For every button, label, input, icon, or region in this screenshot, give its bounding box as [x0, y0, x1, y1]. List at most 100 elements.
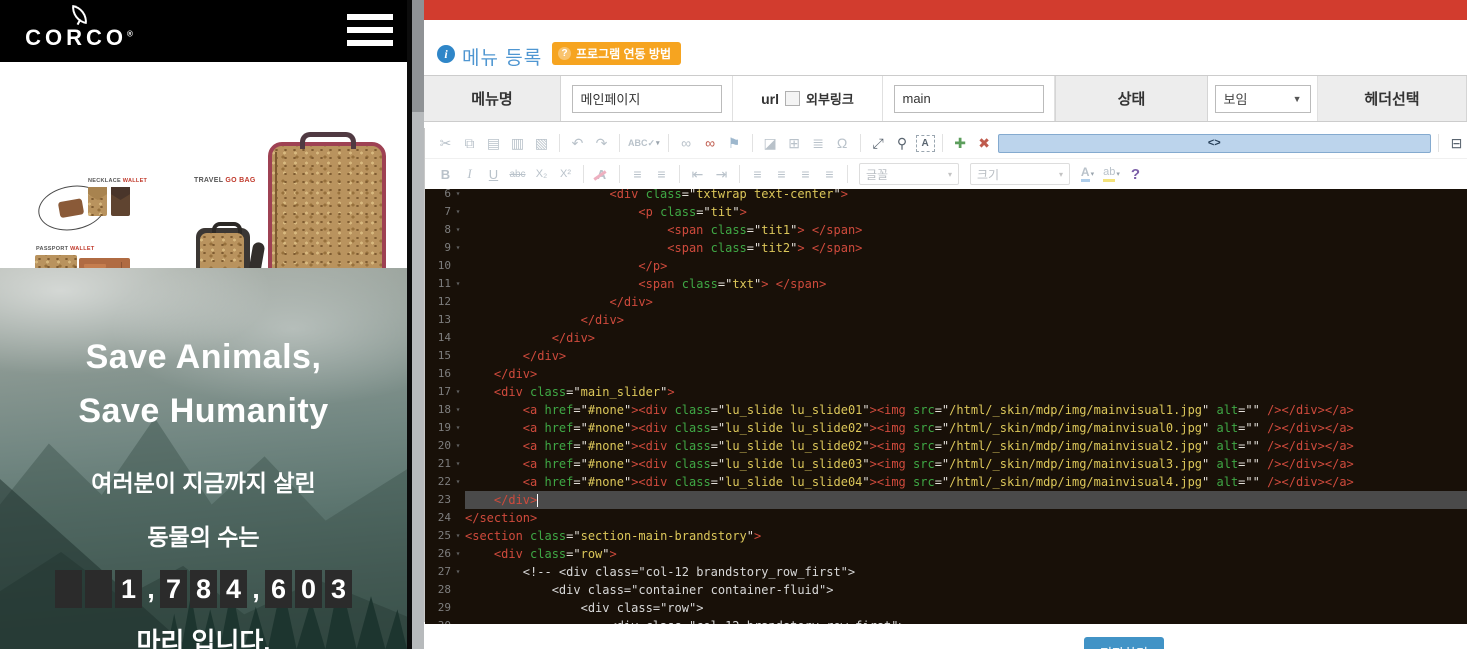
toolbar-separator [679, 165, 680, 183]
fold-arrow-icon[interactable]: ▾ [451, 401, 465, 419]
maximize-icon[interactable]: ⤢ [868, 134, 889, 153]
fold-arrow-icon[interactable]: ▾ [451, 275, 465, 293]
header-select-label: 헤더선택 [1318, 76, 1467, 121]
code-line: 19▾<a href="#none"><div class="lu_slide … [425, 419, 1467, 437]
bg-color-button[interactable]: ab▾ [1101, 165, 1122, 184]
fold-arrow-icon[interactable]: ▾ [451, 189, 465, 203]
link-icon[interactable]: ∞ [676, 134, 697, 153]
text-color-button[interactable]: A▾ [1077, 165, 1098, 184]
underline-icon[interactable]: U [483, 165, 504, 184]
toolbar-separator [942, 134, 943, 152]
strikethrough-icon[interactable]: abc [507, 165, 528, 184]
save-button[interactable]: 저장하기 [1084, 637, 1164, 649]
code-line: 27▾<!-- <div class="col-12 brandstory_ro… [425, 563, 1467, 581]
code-line: 18▾<a href="#none"><div class="lu_slide … [425, 401, 1467, 419]
align-center-icon[interactable]: ≡ [771, 165, 792, 184]
fold-arrow-icon[interactable]: ▾ [451, 545, 465, 563]
code-line: 22▾<a href="#none"><div class="lu_slide … [425, 473, 1467, 491]
spellcheck-icon[interactable]: ABC✓▾ [627, 134, 661, 153]
toolbar-separator [860, 134, 861, 152]
fold-arrow-icon[interactable]: ▾ [451, 383, 465, 401]
help-icon[interactable]: ? [1125, 165, 1146, 184]
fold-arrow-icon[interactable]: ▾ [451, 221, 465, 239]
url-input[interactable] [894, 85, 1044, 113]
undo-icon[interactable]: ↶ [567, 134, 588, 153]
subscript-icon[interactable]: X₂ [531, 165, 552, 184]
hero-section: Save Animals, Save Humanity 여러분이 지금까지 살린… [0, 268, 407, 649]
menu-name-label: 메뉴명 [424, 76, 561, 121]
unlink-icon[interactable]: ∞ [700, 134, 721, 153]
title-bar: i 메뉴 등록 ? 프로그램 연동 방법 [424, 20, 1467, 75]
counter-comma: , [250, 570, 262, 608]
preview-scrollbar-thumb[interactable] [412, 0, 424, 112]
program-link-help-button[interactable]: ? 프로그램 연동 방법 [552, 42, 681, 65]
italic-icon[interactable]: I [459, 165, 480, 184]
toolbar-separator [752, 134, 753, 152]
copy-icon[interactable]: ⧉ [459, 134, 480, 153]
text-cursor [537, 494, 538, 507]
table-icon[interactable]: ⊞ [784, 134, 805, 153]
hamburger-menu-icon[interactable] [347, 14, 393, 48]
tag-add-icon[interactable]: ✚ [950, 134, 971, 153]
code-line: 7▾<p class="tit"> [425, 203, 1467, 221]
menu-name-input[interactable] [572, 85, 722, 113]
info-icon: i [437, 45, 455, 63]
fold-arrow-icon[interactable]: ▾ [451, 239, 465, 257]
code-line: 6▾<div class="txtwrap text-center"> [425, 189, 1467, 203]
unordered-list-icon[interactable]: ≡ [651, 165, 672, 184]
print-icon[interactable]: ⊟ [1446, 134, 1467, 153]
fold-arrow-icon[interactable]: ▾ [451, 419, 465, 437]
align-right-icon[interactable]: ≡ [795, 165, 816, 184]
ordered-list-icon[interactable]: ≡ [627, 165, 648, 184]
fold-arrow-icon[interactable]: ▾ [451, 437, 465, 455]
fold-spacer [451, 509, 465, 527]
image-icon[interactable]: ◪ [760, 134, 781, 153]
code-line: 29<div class="row"> [425, 599, 1467, 617]
paste-word-icon[interactable]: ▧ [531, 134, 552, 153]
anchor-flag-icon[interactable]: ⚑ [724, 134, 745, 153]
toolbar-separator [619, 134, 620, 152]
tag-remove-icon[interactable]: ✖ [974, 134, 995, 153]
redo-icon[interactable]: ↷ [591, 134, 612, 153]
bold-icon[interactable]: B [435, 165, 456, 184]
fold-arrow-icon[interactable]: ▾ [451, 473, 465, 491]
source-editing-area[interactable]: 6▾<div class="txtwrap text-center">7▾<p … [425, 189, 1467, 624]
horizontal-rule-icon[interactable]: ≣ [808, 134, 829, 153]
remove-format-icon[interactable]: A [591, 165, 612, 184]
fold-spacer [451, 599, 465, 617]
paste-text-icon[interactable]: ▥ [507, 134, 528, 153]
font-select[interactable]: 글꼴▾ [859, 163, 959, 185]
corco-logo: CORCO® [24, 6, 134, 50]
fold-arrow-icon[interactable]: ▾ [451, 455, 465, 473]
select-all-icon[interactable]: A [916, 135, 935, 152]
outdent-icon[interactable]: ⇤ [687, 165, 708, 184]
fold-arrow-icon[interactable]: ▾ [451, 527, 465, 545]
code-line: 21▾<a href="#none"><div class="lu_slide … [425, 455, 1467, 473]
toolbar-separator [1438, 134, 1439, 152]
small-cork-backpack-image [196, 228, 250, 268]
counter-digit: 6 [265, 570, 292, 608]
fold-spacer [451, 491, 465, 509]
indent-icon[interactable]: ⇥ [711, 165, 732, 184]
preview-scrollbar[interactable] [412, 0, 424, 649]
status-select[interactable]: 보임 ▼ [1215, 85, 1311, 113]
paste-icon[interactable]: ▤ [483, 134, 504, 153]
find-replace-icon[interactable]: ⚲ [892, 134, 913, 153]
align-left-icon[interactable]: ≡ [747, 165, 768, 184]
code-lines: 6▾<div class="txtwrap text-center">7▾<p … [425, 189, 1467, 624]
fold-arrow-icon[interactable]: ▾ [451, 203, 465, 221]
code-line: 20▾<a href="#none"><div class="lu_slide … [425, 437, 1467, 455]
counter-comma: , [145, 570, 157, 608]
superscript-icon[interactable]: X² [555, 165, 576, 184]
special-char-icon[interactable]: Ω [832, 134, 853, 153]
source-button[interactable]: <> [998, 134, 1431, 153]
counter-suffix: 마리 입니다. [0, 622, 407, 649]
fold-arrow-icon[interactable]: ▾ [451, 563, 465, 581]
passport-wallet-label: PASSPORT WALLET [36, 246, 95, 252]
external-link-label: 외부링크 [806, 89, 854, 108]
size-select[interactable]: 크기▾ [970, 163, 1070, 185]
external-link-checkbox[interactable] [785, 91, 800, 106]
code-line: 15</div> [425, 347, 1467, 365]
align-justify-icon[interactable]: ≡ [819, 165, 840, 184]
cut-icon[interactable]: ✂ [435, 134, 456, 153]
